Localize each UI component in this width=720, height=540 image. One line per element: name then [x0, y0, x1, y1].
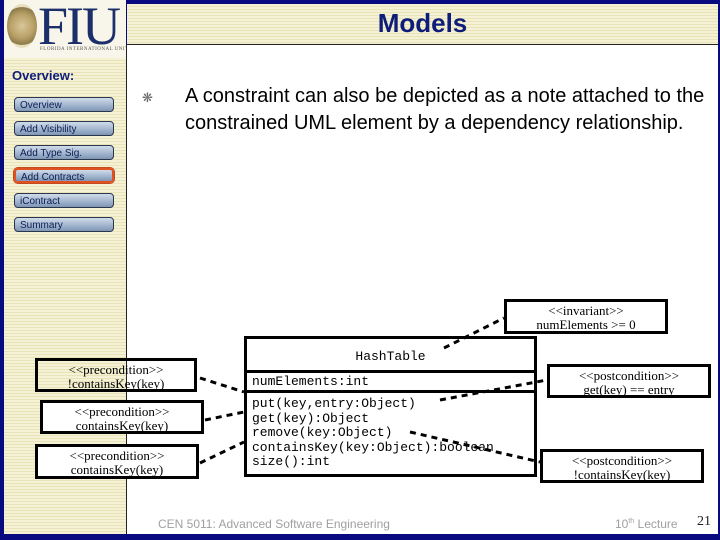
- class-operation: containsKey(key:Object):boolean: [252, 439, 494, 455]
- note-stereotype: <<invariant>>: [548, 303, 624, 318]
- nav-button-add-visibility[interactable]: Add Visibility: [14, 121, 114, 136]
- nav-button-summary[interactable]: Summary: [14, 217, 114, 232]
- slide-title: Models: [377, 8, 468, 38]
- note-stereotype: <<postcondition>>: [578, 368, 680, 383]
- note-postcondition-remove: <<postcondition>> !containsKey(key): [540, 449, 704, 483]
- note-expression: containsKey(key): [70, 462, 164, 477]
- frame-bottom: [0, 534, 720, 540]
- nav-button-icontract[interactable]: iContract: [14, 193, 114, 208]
- uml-class-hashtable: HashTable numElements:int put(key,entry:…: [244, 336, 537, 477]
- note-stereotype: <<precondition>>: [69, 448, 165, 463]
- note-stereotype: <<precondition>>: [74, 404, 170, 419]
- class-operation: put(key,entry:Object): [252, 396, 416, 411]
- note-expression: !containsKey(key): [573, 467, 671, 482]
- nav-button-add-contracts[interactable]: Add Contracts: [14, 168, 114, 183]
- class-name: HashTable: [247, 339, 534, 373]
- class-operation: remove(key:Object): [252, 425, 393, 440]
- nav-button-overview[interactable]: Overview: [14, 97, 114, 112]
- logo-subtitle: FLORIDA INTERNATIONAL UNIVERSITY: [40, 47, 126, 52]
- note-postcondition-put: <<postcondition>> get(key) == entry: [547, 364, 711, 398]
- note-expression: !containsKey(key): [67, 376, 165, 391]
- footer-course: CEN 5011: Advanced Software Engineering: [158, 517, 390, 531]
- note-precondition-put: <<precondition>> !containsKey(key): [35, 358, 197, 392]
- sidebar-heading: Overview:: [12, 68, 75, 83]
- note-expression: containsKey(key): [75, 418, 169, 433]
- note-precondition-get: <<precondition>> containsKey(key): [40, 400, 204, 434]
- bullet-text: A constraint can also be depicted as a n…: [185, 85, 705, 134]
- nav-button-add-type-sig[interactable]: Add Type Sig.: [14, 145, 114, 160]
- page-number: 21: [697, 514, 711, 529]
- note-precondition-remove: <<precondition>> containsKey(key): [35, 444, 199, 479]
- fiu-logo: FIU FLORIDA INTERNATIONAL UNIVERSITY: [4, 0, 126, 58]
- note-stereotype: <<precondition>>: [68, 362, 164, 377]
- note-invariant: <<invariant>> numElements >= 0: [504, 299, 668, 334]
- note-expression: numElements >= 0: [536, 317, 636, 332]
- class-operation: get(key):Object: [252, 410, 370, 426]
- class-operation: size():int: [252, 454, 331, 469]
- asterisk-bullet-icon: ❋: [142, 90, 153, 105]
- university-seal-icon: [7, 4, 37, 48]
- class-attribute: numElements:int: [247, 373, 534, 393]
- note-expression: get(key) == entry: [583, 382, 675, 397]
- class-operations: put(key,entry:Object) get(key):Object re…: [247, 393, 534, 470]
- footer-lecture: 10th Lecture: [615, 517, 678, 531]
- note-stereotype: <<postcondition>>: [571, 453, 673, 468]
